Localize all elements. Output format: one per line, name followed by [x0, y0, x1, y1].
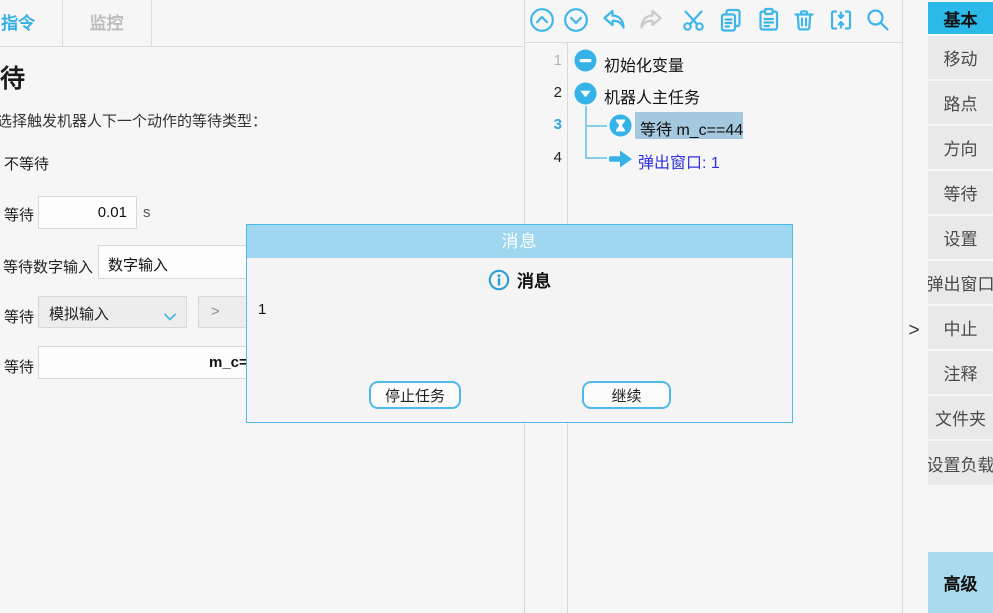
trash-icon: [791, 7, 817, 33]
sidebar-item-waypoint[interactable]: 路点: [928, 81, 993, 124]
info-icon: [488, 269, 510, 291]
paste-icon: [756, 7, 782, 33]
tree-connector: [585, 125, 607, 127]
option-no-wait[interactable]: 不等待: [4, 153, 49, 174]
tab-bar: 指令 监控: [0, 0, 524, 47]
seconds-unit-label: s: [143, 204, 151, 221]
line-number: 2: [532, 84, 562, 101]
message-dialog: 消息 消息 1 停止任务 继续: [246, 224, 793, 423]
sidebar-header-advanced[interactable]: 高级: [928, 552, 993, 613]
sidebar-item-popup[interactable]: 弹出窗口: [928, 261, 993, 304]
wait-type-description: 选择触发机器人下一个动作的等待类型：: [0, 110, 267, 131]
paste-button[interactable]: [755, 7, 783, 36]
continue-button[interactable]: 继续: [582, 381, 671, 409]
line-number: 3: [532, 116, 562, 133]
wait-hourglass-icon: [609, 114, 632, 142]
wait-seconds-input[interactable]: 0.01: [38, 196, 137, 229]
redo-icon: [638, 7, 664, 33]
init-variables-icon: [574, 49, 597, 77]
scissors-icon: [681, 7, 707, 33]
sidebar-header-basic[interactable]: 基本: [928, 2, 993, 34]
tree-row-popup[interactable]: 弹出窗口: 1: [638, 149, 720, 173]
redo-button[interactable]: [637, 7, 665, 36]
arrow-right-icon: [608, 148, 634, 175]
collapse-fit-icon: [828, 7, 854, 33]
sidebar-item-move[interactable]: 移动: [928, 36, 993, 79]
undo-button[interactable]: [600, 7, 628, 36]
chevron-down-icon: [163, 309, 177, 326]
sidebar-item-set[interactable]: 设置: [928, 216, 993, 259]
cut-button[interactable]: [680, 7, 708, 36]
tab-monitor[interactable]: 监控: [62, 0, 151, 47]
move-down-button[interactable]: [562, 7, 590, 36]
tree-row-wait-selected[interactable]: 等待 m_c==44: [640, 116, 743, 140]
tree-row-init-variables[interactable]: 初始化变量: [604, 52, 684, 76]
copy-button[interactable]: [717, 7, 745, 36]
option-wait-expression-label: 等待: [4, 356, 34, 377]
sidebar-item-payload[interactable]: 设置负载: [928, 441, 993, 485]
panel-divider: [902, 0, 903, 613]
analog-input-select[interactable]: 模拟输入: [38, 296, 187, 328]
analog-input-select-value: 模拟输入: [49, 306, 109, 323]
stop-task-button[interactable]: 停止任务: [369, 381, 461, 409]
line-number: 1: [532, 52, 562, 69]
search-button[interactable]: [864, 7, 892, 36]
search-icon: [865, 7, 891, 33]
collapse-fit-button[interactable]: [827, 7, 855, 36]
sidebar-item-direction[interactable]: 方向: [928, 126, 993, 169]
option-wait-digital-label: 等待数字输入: [3, 256, 93, 277]
page-title: 等待: [0, 59, 27, 95]
toolbar-divider: [524, 42, 902, 43]
line-number: 4: [532, 149, 562, 166]
dialog-message-content: 1: [258, 301, 266, 318]
sidebar-item-abort[interactable]: 中止: [928, 306, 993, 349]
circle-arrow-down-icon: [563, 7, 589, 33]
sidebar-item-folder[interactable]: 文件夹: [928, 396, 993, 439]
tree-connector: [585, 106, 587, 159]
tab-command[interactable]: 指令: [1, 0, 35, 47]
move-up-button[interactable]: [528, 7, 556, 36]
option-wait-analog-label: 等待: [4, 306, 34, 327]
undo-icon: [601, 7, 627, 33]
copy-icon: [718, 7, 744, 33]
dialog-title: 消息: [247, 225, 792, 258]
circle-arrow-up-icon: [529, 7, 555, 33]
expand-triangle-icon[interactable]: [574, 82, 597, 110]
tab-separator: [151, 0, 152, 47]
tree-connector: [585, 157, 607, 159]
sidebar-item-comment[interactable]: 注释: [928, 351, 993, 394]
dialog-message-heading: 消息: [517, 267, 551, 292]
tree-row-main-task[interactable]: 机器人主任务: [604, 84, 700, 108]
option-wait-seconds-label: 等待: [4, 204, 34, 225]
panel-collapse-handle[interactable]: >: [903, 320, 925, 348]
delete-button[interactable]: [790, 7, 818, 36]
sidebar-item-wait[interactable]: 等待: [928, 171, 993, 214]
